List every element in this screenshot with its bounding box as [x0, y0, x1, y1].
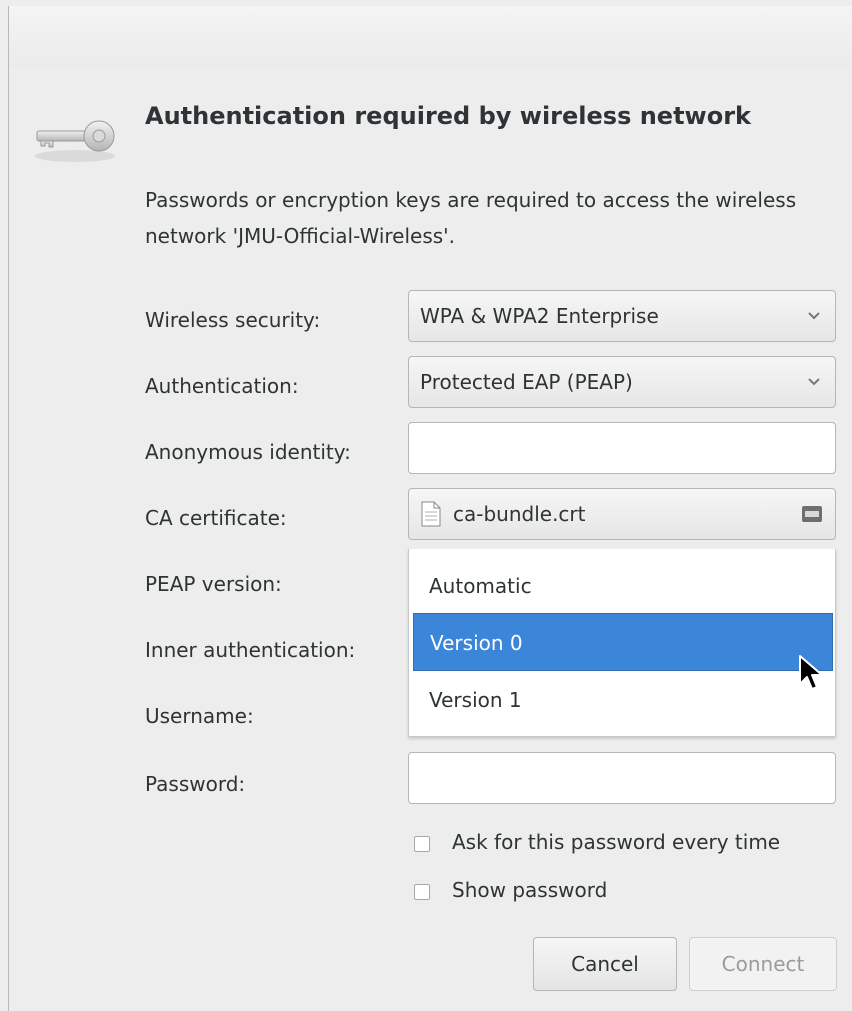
ask-password-label: Ask for this password every time: [452, 830, 781, 854]
mouse-cursor-icon: [799, 655, 823, 690]
dialog-header-strip: [9, 6, 852, 68]
ask-password-checkbox[interactable]: [414, 836, 430, 852]
connect-button[interactable]: Connect: [689, 937, 837, 991]
inner-authentication-label: Inner authentication:: [145, 638, 356, 662]
file-icon: [421, 501, 441, 527]
peap-option-version-1[interactable]: Version 1: [413, 671, 833, 729]
anonymous-identity-label: Anonymous identity:: [145, 440, 351, 464]
authentication-value: Protected EAP (PEAP): [420, 370, 633, 394]
anonymous-identity-field[interactable]: [408, 422, 836, 474]
authentication-label: Authentication:: [145, 374, 299, 398]
auth-dialog: Authentication required by wireless netw…: [8, 6, 852, 1011]
cancel-button[interactable]: Cancel: [533, 937, 677, 991]
show-password-checkbox[interactable]: [414, 884, 430, 900]
username-label: Username:: [145, 704, 254, 728]
key-icon: [35, 120, 115, 162]
wireless-security-combo[interactable]: WPA & WPA2 Enterprise: [408, 290, 836, 342]
peap-option-automatic[interactable]: Automatic: [413, 557, 833, 615]
folder-icon: [802, 506, 822, 522]
ca-certificate-value: ca-bundle.crt: [453, 502, 586, 526]
password-label: Password:: [145, 772, 246, 796]
chevron-down-icon: [808, 312, 820, 320]
dialog-title: Authentication required by wireless netw…: [145, 102, 751, 130]
chevron-down-icon: [808, 378, 820, 386]
peap-version-label: PEAP version:: [145, 572, 282, 596]
wireless-security-label: Wireless security:: [145, 308, 321, 332]
ca-certificate-chooser[interactable]: ca-bundle.crt: [408, 488, 836, 540]
ca-certificate-label: CA certificate:: [145, 506, 287, 530]
password-field[interactable]: [408, 752, 836, 804]
dialog-description: Passwords or encryption keys are require…: [145, 188, 797, 248]
authentication-combo[interactable]: Protected EAP (PEAP): [408, 356, 836, 408]
show-password-label: Show password: [452, 878, 608, 902]
peap-version-dropdown[interactable]: Automatic Version 0 Version 1: [408, 549, 836, 737]
peap-option-version-0[interactable]: Version 0: [413, 613, 833, 671]
wireless-security-value: WPA & WPA2 Enterprise: [420, 304, 659, 328]
